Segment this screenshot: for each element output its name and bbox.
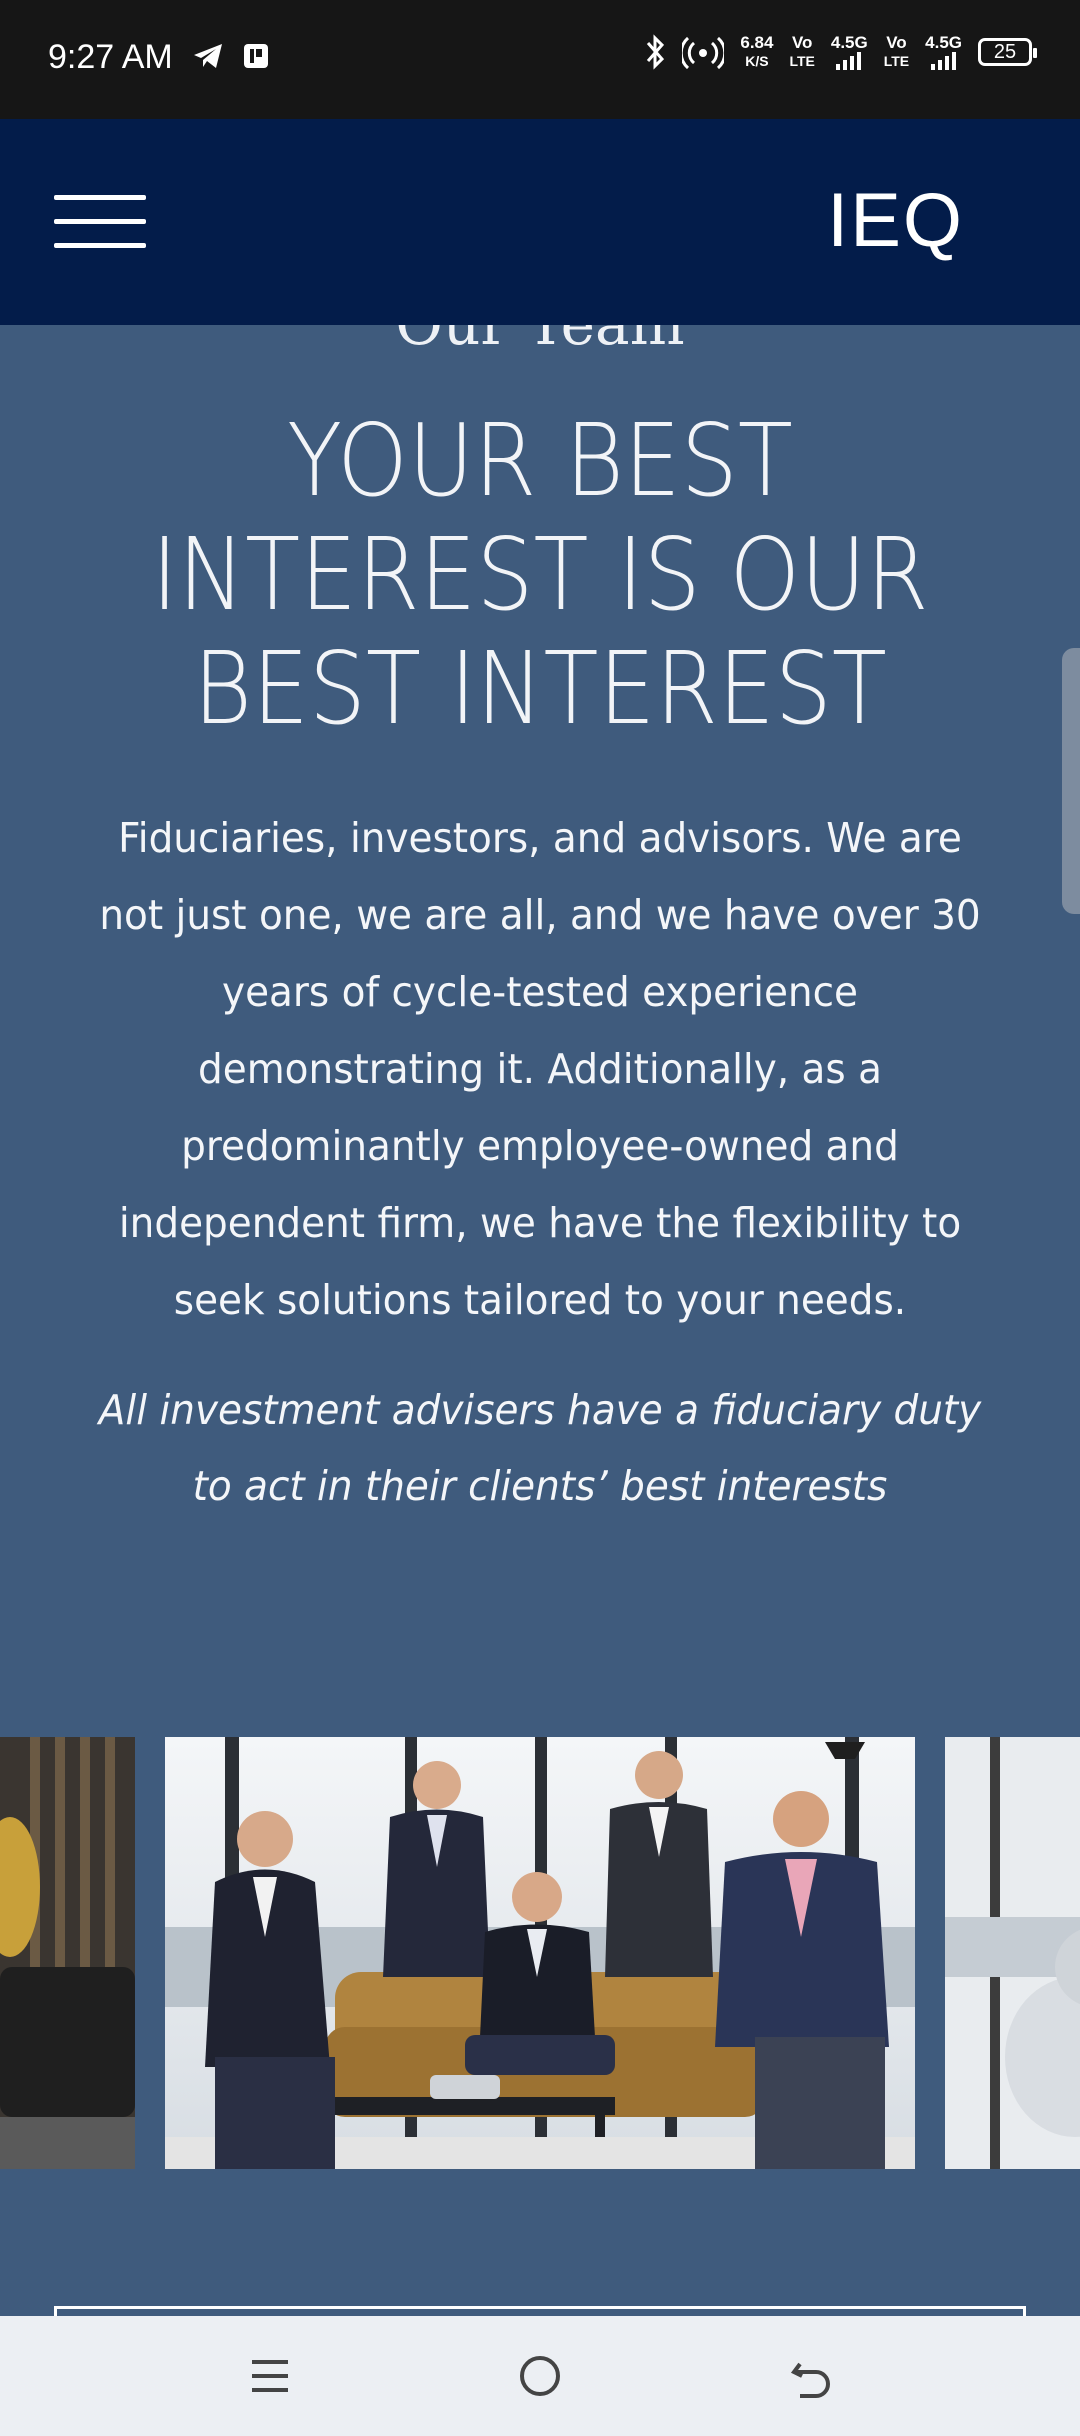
brand-logo[interactable]: IEQ <box>827 177 964 264</box>
app-notification-icon <box>244 44 268 68</box>
system-status: 6.84 K/S Vo LTE 4.5G Vo LTE 4.5G 25 <box>644 34 1037 70</box>
page-headline: YOUR BEST INTEREST IS OUR BEST INTEREST <box>108 404 972 746</box>
back-icon[interactable] <box>770 2346 850 2406</box>
network-speed-value: 6.84 <box>740 33 774 52</box>
carousel-slide-next[interactable] <box>945 1737 1080 2169</box>
scroll-handle[interactable] <box>1062 648 1080 914</box>
fiduciary-note: All investment advisers have a fiduciary… <box>98 1386 982 1510</box>
headline-line-3: BEST INTEREST <box>193 630 887 747</box>
next-slide-image <box>945 1737 1080 2169</box>
intro-paragraph: Fiduciaries, investors, and advisors. We… <box>99 814 981 1324</box>
sim1-generation: 4.5G <box>830 33 868 52</box>
sim2-volte-bottom: LTE <box>883 53 910 69</box>
home-icon[interactable] <box>500 2346 580 2406</box>
carousel-slide-previous[interactable] <box>0 1737 135 2169</box>
signal-icon <box>930 52 956 70</box>
battery-icon: 25 <box>978 38 1037 66</box>
signal-icon <box>836 52 862 70</box>
network-speed: 6.84 K/S <box>740 34 773 70</box>
headline-line-1: YOUR BEST <box>287 402 793 519</box>
hamburger-menu-icon[interactable] <box>54 195 146 251</box>
system-nav-bar <box>0 2316 1080 2436</box>
battery-level: 25 <box>993 40 1017 63</box>
notification-icons <box>192 42 270 70</box>
sim1-volte-bottom: LTE <box>789 53 815 69</box>
previous-slide-image <box>0 1737 135 2169</box>
sim2-volte-top: Vo <box>886 33 907 52</box>
sim1-volte: Vo LTE <box>789 34 814 70</box>
status-time: 9:27 AM <box>48 38 173 76</box>
site-header: IEQ <box>0 119 1080 325</box>
telegram-icon <box>194 44 222 68</box>
sim1-signal: 4.5G <box>831 34 868 70</box>
network-speed-unit: K/S <box>745 53 769 69</box>
hotspot-icon <box>682 36 725 69</box>
recent-apps-icon[interactable] <box>230 2346 310 2406</box>
status-bar: 9:27 AM 6.84 K/S Vo LTE 4.5G Vo LTE 4.5G… <box>0 0 1080 119</box>
sim2-generation: 4.5G <box>925 33 962 52</box>
sim2-signal: 4.5G <box>925 34 962 70</box>
team-photo <box>165 1737 915 2169</box>
headline-line-2: INTEREST IS OUR <box>151 516 929 633</box>
sim2-volte: Vo LTE <box>884 34 909 70</box>
sim1-volte-top: Vo <box>791 33 813 52</box>
team-photo-carousel[interactable] <box>0 1737 1080 2169</box>
bluetooth-icon <box>647 34 665 70</box>
carousel-slide-team-photo[interactable] <box>165 1737 915 2169</box>
